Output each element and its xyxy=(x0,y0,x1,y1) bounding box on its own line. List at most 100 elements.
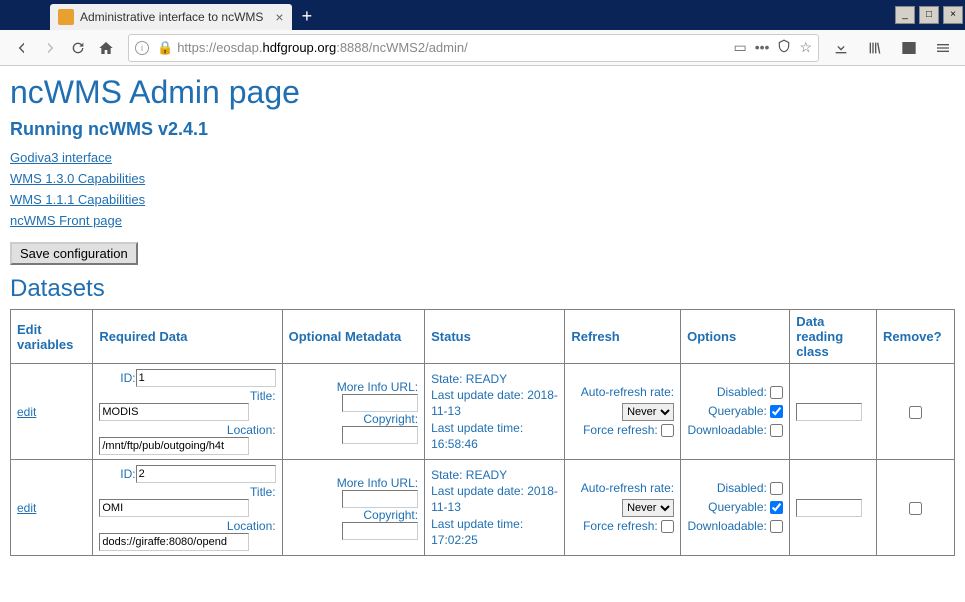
force-refresh-checkbox[interactable] xyxy=(661,424,674,437)
header-refresh: Refresh xyxy=(565,310,681,364)
browser-tab[interactable]: Administrative interface to ncWMS × xyxy=(50,4,292,30)
bookmark-icon[interactable]: ☆ xyxy=(799,39,812,56)
status-time-label: Last update time: xyxy=(431,421,523,435)
header-options: Options xyxy=(681,310,790,364)
header-class: Data reading class xyxy=(790,310,877,364)
minimize-button[interactable]: _ xyxy=(895,6,915,24)
header-required: Required Data xyxy=(93,310,282,364)
more-info-label: More Info URL: xyxy=(337,380,418,394)
site-info-icon[interactable]: i xyxy=(135,41,149,55)
sidebar-button[interactable] xyxy=(895,34,923,62)
tab-favicon-icon xyxy=(58,9,74,25)
link-wms130[interactable]: WMS 1.3.0 Capabilities xyxy=(10,171,955,186)
datasets-heading: Datasets xyxy=(10,275,955,303)
downloadable-label: Downloadable: xyxy=(687,519,766,533)
browser-toolbar: i 🔒 https://eosdap.hdfgroup.org:8888/ncW… xyxy=(0,30,965,66)
copyright-input[interactable] xyxy=(342,522,418,540)
url-text: https://eosdap.hdfgroup.org:8888/ncWMS2/… xyxy=(177,40,733,55)
more-info-input[interactable] xyxy=(342,394,418,412)
back-button[interactable] xyxy=(8,34,36,62)
link-frontpage[interactable]: ncWMS Front page xyxy=(10,213,955,228)
page-actions-icon[interactable]: ••• xyxy=(755,39,770,56)
downloads-button[interactable] xyxy=(827,34,855,62)
disabled-label: Disabled: xyxy=(717,385,767,399)
force-refresh-label: Force refresh: xyxy=(583,423,658,437)
downloadable-checkbox[interactable] xyxy=(770,424,783,437)
tab-close-icon[interactable]: × xyxy=(275,9,283,25)
class-input[interactable] xyxy=(796,499,862,517)
id-label: ID: xyxy=(120,467,135,481)
edit-link[interactable]: edit xyxy=(17,405,36,419)
queryable-checkbox[interactable] xyxy=(770,405,783,418)
library-button[interactable] xyxy=(861,34,889,62)
location-input[interactable] xyxy=(99,533,249,551)
reload-button[interactable] xyxy=(64,34,92,62)
copyright-label: Copyright: xyxy=(363,508,418,522)
force-refresh-checkbox[interactable] xyxy=(661,520,674,533)
title-input[interactable] xyxy=(99,403,249,421)
auto-refresh-label: Auto-refresh rate: xyxy=(581,385,674,399)
id-input[interactable] xyxy=(136,465,276,483)
header-remove: Remove? xyxy=(877,310,955,364)
header-optional: Optional Metadata xyxy=(282,310,424,364)
status-state: State: READY xyxy=(431,467,558,483)
save-configuration-button[interactable]: Save configuration xyxy=(10,242,138,265)
window-titlebar: Administrative interface to ncWMS × + _ … xyxy=(0,0,965,30)
remove-checkbox[interactable] xyxy=(909,502,922,515)
more-info-input[interactable] xyxy=(342,490,418,508)
table-row: edit ID: Title: Location: More Info URL:… xyxy=(11,460,955,556)
status-date-label: Last update date: xyxy=(431,388,524,402)
table-row: edit ID: Title: Location: More Info URL:… xyxy=(11,364,955,460)
close-button[interactable]: × xyxy=(943,6,963,24)
reader-mode-icon[interactable]: ▭ xyxy=(733,39,746,56)
id-input[interactable] xyxy=(136,369,276,387)
refresh-select[interactable]: Never xyxy=(622,499,674,517)
refresh-select[interactable]: Never xyxy=(622,403,674,421)
force-refresh-label: Force refresh: xyxy=(583,519,658,533)
downloadable-label: Downloadable: xyxy=(687,423,766,437)
page-viewport[interactable]: ncWMS Admin page Running ncWMS v2.4.1 Go… xyxy=(0,66,965,602)
menu-button[interactable] xyxy=(929,34,957,62)
status-time: 17:02:25 xyxy=(431,533,478,547)
remove-checkbox[interactable] xyxy=(909,406,922,419)
title-label: Title: xyxy=(99,389,275,403)
status-date-label: Last update date: xyxy=(431,484,524,498)
status-time-label: Last update time: xyxy=(431,517,523,531)
url-bar[interactable]: i 🔒 https://eosdap.hdfgroup.org:8888/ncW… xyxy=(128,34,819,62)
header-edit: Edit variables xyxy=(11,310,93,364)
title-label: Title: xyxy=(99,485,275,499)
forward-button[interactable] xyxy=(36,34,64,62)
tab-title: Administrative interface to ncWMS xyxy=(80,10,263,24)
copyright-label: Copyright: xyxy=(363,412,418,426)
title-input[interactable] xyxy=(99,499,249,517)
location-input[interactable] xyxy=(99,437,249,455)
location-label: Location: xyxy=(99,519,275,533)
window-controls: _ □ × xyxy=(893,6,965,24)
auto-refresh-label: Auto-refresh rate: xyxy=(581,481,674,495)
nav-links: Godiva3 interface WMS 1.3.0 Capabilities… xyxy=(10,150,955,228)
link-wms111[interactable]: WMS 1.1.1 Capabilities xyxy=(10,192,955,207)
header-status: Status xyxy=(425,310,565,364)
edit-link[interactable]: edit xyxy=(17,501,36,515)
disabled-checkbox[interactable] xyxy=(770,482,783,495)
new-tab-button[interactable]: + xyxy=(302,6,313,27)
queryable-checkbox[interactable] xyxy=(770,501,783,514)
disabled-label: Disabled: xyxy=(717,481,767,495)
tracking-protection-icon[interactable] xyxy=(777,39,791,56)
disabled-checkbox[interactable] xyxy=(770,386,783,399)
status-time: 16:58:46 xyxy=(431,437,478,451)
home-button[interactable] xyxy=(92,34,120,62)
lock-icon: 🔒 xyxy=(157,40,173,56)
downloadable-checkbox[interactable] xyxy=(770,520,783,533)
queryable-label: Queryable: xyxy=(708,500,767,514)
table-header-row: Edit variables Required Data Optional Me… xyxy=(11,310,955,364)
location-label: Location: xyxy=(99,423,275,437)
maximize-button[interactable]: □ xyxy=(919,6,939,24)
copyright-input[interactable] xyxy=(342,426,418,444)
queryable-label: Queryable: xyxy=(708,404,767,418)
class-input[interactable] xyxy=(796,403,862,421)
more-info-label: More Info URL: xyxy=(337,476,418,490)
page-title: ncWMS Admin page xyxy=(10,74,955,111)
status-state: State: READY xyxy=(431,371,558,387)
link-godiva3[interactable]: Godiva3 interface xyxy=(10,150,955,165)
